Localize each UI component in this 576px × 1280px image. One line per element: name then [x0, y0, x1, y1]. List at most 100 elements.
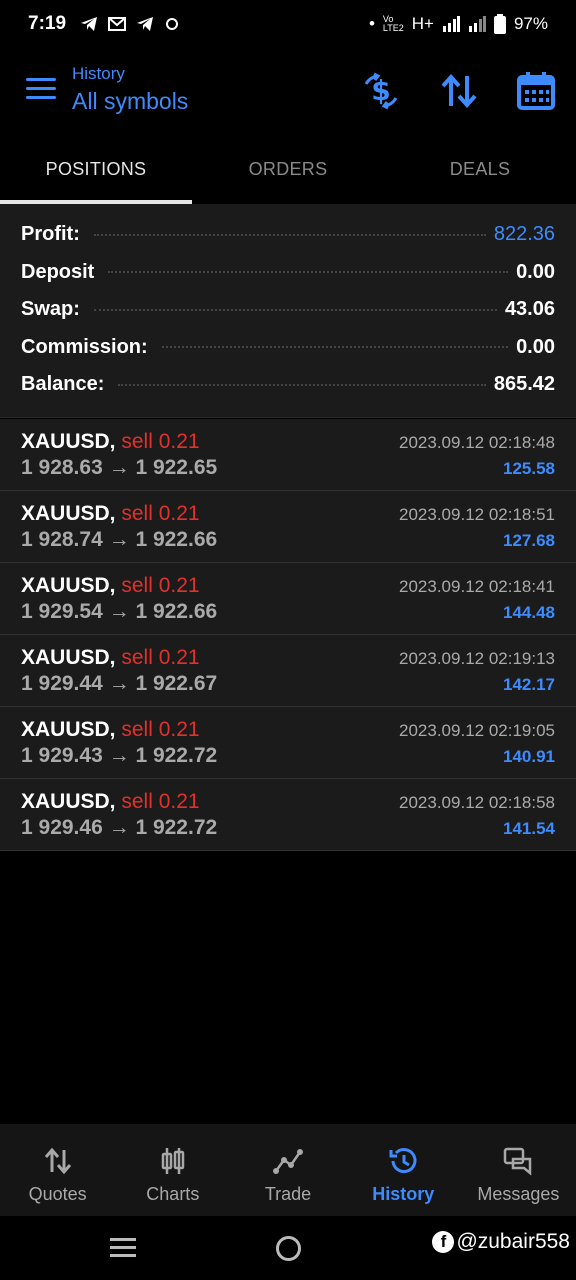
dotted-leader — [93, 233, 486, 236]
deal-time: 2023.09.12 02:18:41 — [399, 577, 555, 596]
summary-value: 0.00 — [516, 260, 555, 283]
deal-symbol: XAUUSD, — [21, 646, 116, 669]
signal-icon — [468, 16, 486, 32]
deal-symbol: XAUUSD, — [21, 502, 116, 525]
list-item[interactable]: XAUUSD, sell 0.21 1 928.74 → 1 922.66 20… — [0, 491, 576, 563]
status-bar: 7:19 • Vo LTE2 H+ 97% — [0, 0, 576, 48]
quotes-icon — [44, 1147, 71, 1175]
nav-charts[interactable]: Charts — [115, 1124, 230, 1216]
recent-apps-icon[interactable] — [110, 1238, 136, 1262]
deal-close-price: 1 922.72 — [135, 744, 218, 767]
deal-side: sell 0.21 — [121, 574, 200, 597]
dotted-leader — [93, 308, 497, 311]
settings-status-icon — [166, 18, 179, 30]
arrow-icon: → — [108, 600, 130, 623]
deal-open-price: 1 929.44 — [21, 672, 103, 695]
list-item[interactable]: XAUUSD, sell 0.21 1 929.54 → 1 922.66 20… — [0, 563, 576, 635]
summary-row-swap: Swap: 43.06 — [0, 291, 576, 329]
menu-icon[interactable] — [26, 78, 56, 102]
volte-icon: Vo LTE2 — [382, 14, 404, 33]
deal-side: sell 0.21 — [121, 718, 200, 741]
deal-close-price: 1 922.67 — [135, 672, 218, 695]
deal-close-price: 1 922.66 — [135, 600, 218, 623]
telegram-icon — [137, 17, 154, 31]
summary-label: Deposit — [21, 260, 101, 284]
arrow-icon: → — [108, 744, 130, 767]
tab-positions[interactable]: POSITIONS — [0, 138, 192, 204]
nav-label: Quotes — [28, 1184, 87, 1204]
arrow-icon: → — [108, 456, 130, 479]
history-icon — [389, 1148, 417, 1174]
bottom-nav: Quotes Charts Trade History Messages — [0, 1124, 576, 1216]
deal-profit: 144.48 — [503, 603, 555, 622]
home-button-icon[interactable] — [276, 1236, 301, 1261]
system-nav-bar: f @zubair558 — [0, 1216, 576, 1280]
currency-exchange-icon[interactable]: $ — [360, 70, 402, 112]
messages-icon — [504, 1147, 532, 1176]
list-item[interactable]: XAUUSD, sell 0.21 1 929.44 → 1 922.67 20… — [0, 635, 576, 707]
deal-close-price: 1 922.65 — [135, 456, 218, 479]
nav-label: Messages — [477, 1184, 560, 1204]
deal-profit: 125.58 — [503, 459, 555, 478]
calendar-icon[interactable] — [515, 70, 557, 112]
positions-list: XAUUSD, sell 0.21 1 928.63 → 1 922.65 20… — [0, 419, 576, 851]
summary-row-profit: Profit: 822.36 — [0, 216, 576, 254]
charts-icon — [161, 1148, 185, 1174]
trade-icon — [273, 1149, 303, 1174]
summary-label: Commission: — [21, 335, 154, 359]
list-item[interactable]: XAUUSD, sell 0.21 1 929.46 → 1 922.72 20… — [0, 779, 576, 851]
nav-history[interactable]: History — [346, 1124, 461, 1216]
arrow-icon: → — [108, 672, 130, 695]
nav-trade[interactable]: Trade — [230, 1124, 345, 1216]
status-time: 7:19 — [28, 13, 67, 34]
deal-time: 2023.09.12 02:19:13 — [399, 649, 555, 668]
tab-orders[interactable]: ORDERS — [192, 138, 384, 204]
title-block[interactable]: History All symbols — [72, 64, 188, 115]
deal-side: sell 0.21 — [121, 790, 200, 813]
summary-value: 43.06 — [504, 298, 555, 321]
nav-label: Charts — [146, 1184, 200, 1204]
signal-icon — [442, 16, 460, 32]
tab-bar: POSITIONS ORDERS DEALS — [0, 138, 576, 204]
deal-time: 2023.09.12 02:19:05 — [399, 721, 555, 740]
dotted-leader — [161, 346, 509, 349]
deal-time: 2023.09.12 02:18:48 — [399, 433, 555, 452]
list-item[interactable]: XAUUSD, sell 0.21 1 928.63 → 1 922.65 20… — [0, 419, 576, 491]
dot-indicator: • — [368, 14, 375, 33]
page-subtitle: History — [72, 64, 125, 83]
deal-open-price: 1 929.54 — [21, 600, 103, 623]
arrow-icon: → — [108, 528, 130, 551]
deal-time: 2023.09.12 02:18:58 — [399, 793, 555, 812]
deal-profit: 141.54 — [503, 819, 555, 838]
gmail-icon — [108, 17, 127, 31]
deal-symbol: XAUUSD, — [21, 574, 116, 597]
nav-label: Trade — [264, 1184, 312, 1204]
dotted-leader — [108, 271, 509, 274]
summary-row-balance: Balance: 865.42 — [0, 366, 576, 404]
summary-value: 865.42 — [493, 373, 555, 396]
summary-panel: Profit: 822.36 Deposit 0.00 Swap: 43.06 … — [0, 204, 576, 418]
battery-icon — [493, 14, 506, 34]
summary-label: Balance: — [21, 373, 111, 397]
deal-profit: 140.91 — [503, 747, 555, 766]
page-title: All symbols — [72, 88, 189, 114]
deal-symbol: XAUUSD, — [21, 718, 116, 741]
nav-quotes[interactable]: Quotes — [0, 1124, 115, 1216]
deal-close-price: 1 922.66 — [135, 528, 218, 551]
tab-deals[interactable]: DEALS — [384, 138, 576, 204]
app-header: History All symbols $ — [0, 48, 576, 138]
summary-row-deposit: Deposit 0.00 — [0, 254, 576, 292]
deal-time: 2023.09.12 02:18:51 — [399, 505, 555, 524]
deal-open-price: 1 928.63 — [21, 456, 103, 479]
list-item[interactable]: XAUUSD, sell 0.21 1 929.43 → 1 922.72 20… — [0, 707, 576, 779]
deal-side: sell 0.21 — [121, 430, 200, 453]
watermark: f @zubair558 — [432, 1230, 570, 1254]
facebook-icon: f — [432, 1231, 455, 1253]
deal-side: sell 0.21 — [121, 646, 200, 669]
deal-close-price: 1 922.72 — [135, 816, 218, 839]
summary-row-commission: Commission: 0.00 — [0, 329, 576, 367]
nav-messages[interactable]: Messages — [461, 1124, 576, 1216]
summary-label: Swap: — [21, 298, 86, 322]
sort-icon[interactable] — [438, 70, 480, 112]
deal-profit: 127.68 — [503, 531, 555, 550]
